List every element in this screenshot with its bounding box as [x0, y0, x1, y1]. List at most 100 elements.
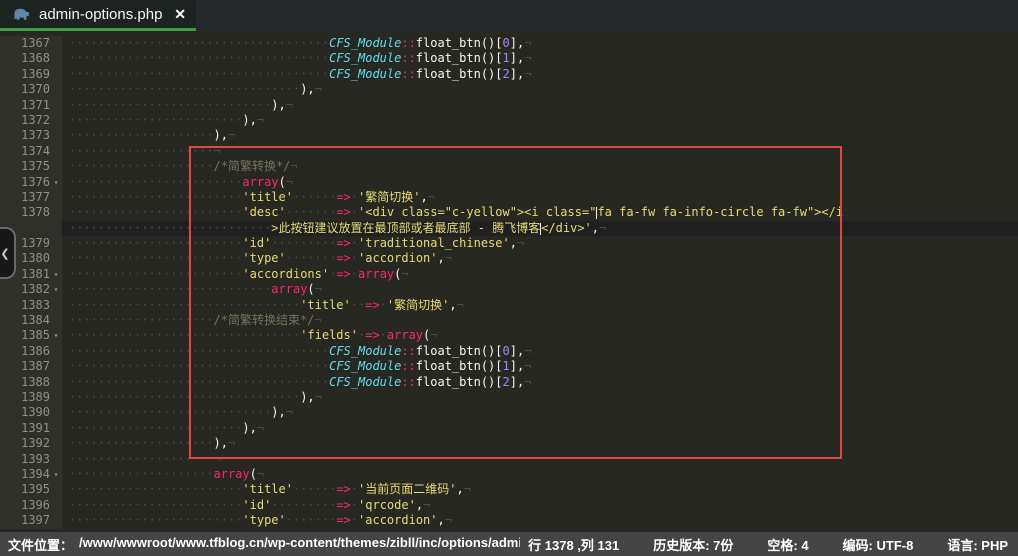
code-row[interactable]: 1394▾····················array(¬ [0, 467, 1018, 482]
gutter[interactable]: 1385▾ [0, 328, 62, 343]
gutter[interactable]: 1375 [0, 159, 62, 174]
gutter[interactable]: 1374 [0, 144, 62, 159]
code-token: 2 [503, 375, 510, 389]
code-row[interactable]: 1377························'title'·····… [0, 190, 1018, 205]
fold-arrow-icon[interactable]: ▾ [50, 467, 62, 482]
gutter[interactable]: 1371 [0, 98, 62, 113]
gutter[interactable]: 1393 [0, 452, 62, 467]
whitespace-dots: ································ [69, 328, 300, 342]
code-row[interactable]: 1396························'id'········… [0, 498, 1018, 513]
code-row[interactable]: 1390····························),¬ [0, 405, 1018, 420]
code-row[interactable]: 1388····································… [0, 375, 1018, 390]
gutter[interactable]: 1369 [0, 67, 62, 82]
language-status[interactable]: 语言: PHP [947, 535, 1008, 554]
gutter[interactable]: 1394▾ [0, 467, 62, 482]
code-token: float_btn()[ [416, 359, 503, 373]
code-row[interactable]: 1381▾························'accordions… [0, 267, 1018, 282]
code-row[interactable]: 1397························'type'······… [0, 513, 1018, 528]
gutter[interactable]: 1383 [0, 298, 62, 313]
line-number: 1395 [21, 482, 50, 497]
code-row[interactable]: 1391························),¬ [0, 421, 1018, 436]
code-row[interactable]: ····························>此按钮建议放置在最顶部… [0, 221, 1018, 236]
fold-arrow-icon[interactable]: ▾ [50, 267, 62, 282]
whitespace-dots: ···························· [69, 405, 271, 419]
panel-collapse-handle[interactable]: ❮ [0, 227, 16, 279]
gutter[interactable]: 1370 [0, 82, 62, 97]
gutter[interactable]: 1392 [0, 436, 62, 451]
code-row[interactable]: 1375····················/*简繁转换*/¬ [0, 159, 1018, 174]
code-row[interactable]: 1380························'type'······… [0, 251, 1018, 266]
gutter[interactable]: 1377 [0, 190, 62, 205]
gutter[interactable]: 1367 [0, 36, 62, 51]
code-row[interactable]: 1368····································… [0, 51, 1018, 66]
code-row[interactable]: 1392····················),¬ [0, 436, 1018, 451]
gutter[interactable]: 1372 [0, 113, 62, 128]
code-row[interactable]: 1379························'id'········… [0, 236, 1018, 251]
code-row[interactable]: 1393····················¬ [0, 452, 1018, 467]
history-versions-status[interactable]: 历史版本: 7份 [653, 535, 733, 554]
line-number: 1391 [21, 421, 50, 436]
gutter[interactable]: 1396 [0, 498, 62, 513]
code-row[interactable]: 1371····························),¬ [0, 98, 1018, 113]
whitespace-dots: ························ [69, 267, 242, 281]
code-row[interactable]: 1378························'desc'······… [0, 205, 1018, 220]
whitespace-dots: · [351, 251, 358, 265]
gutter[interactable]: 1373 [0, 128, 62, 143]
code-row[interactable]: 1369····································… [0, 67, 1018, 82]
cursor-position-status[interactable]: 行 1378 ,列 131 [528, 535, 619, 554]
gutter[interactable]: 1386 [0, 344, 62, 359]
code-row[interactable]: 1374····················¬ [0, 144, 1018, 159]
line-number: 1387 [21, 359, 50, 374]
code-token: => [336, 482, 350, 496]
gutter[interactable]: 1368 [0, 51, 62, 66]
close-icon[interactable]: ✕ [174, 6, 186, 23]
gutter[interactable]: 1395 [0, 482, 62, 497]
code-row[interactable]: 1372························),¬ [0, 113, 1018, 128]
file-location-label: 文件位置： [8, 535, 73, 554]
code-row[interactable]: 1383································'tit… [0, 298, 1018, 313]
gutter[interactable]: 1376▾ [0, 175, 62, 190]
line-number: 1390 [21, 405, 50, 420]
whitespace-dots: ···························· [69, 221, 271, 235]
code-token: => [336, 190, 350, 204]
whitespace-dots: · [351, 498, 358, 512]
code-text: ························'title'······=>·… [62, 482, 1018, 497]
gutter[interactable]: 1382▾ [0, 282, 62, 297]
tab-admin-options-php[interactable]: admin-options.php ✕ [0, 0, 196, 31]
code-token: CFS_Module [329, 359, 401, 373]
code-row[interactable]: 1395 ························'title'·····… [0, 482, 1018, 497]
code-token: ], [510, 51, 524, 65]
code-row[interactable]: 1376▾························array(¬ [0, 175, 1018, 190]
code-row[interactable]: 1370································),¬ [0, 82, 1018, 97]
fold-arrow-icon[interactable]: ▾ [50, 328, 62, 343]
code-token: => [336, 205, 350, 219]
gutter[interactable]: 1397 [0, 513, 62, 528]
gutter[interactable]: 1388 [0, 375, 62, 390]
gutter[interactable]: 1390 [0, 405, 62, 420]
code-token: ], [510, 67, 524, 81]
gutter[interactable]: 1378 [0, 205, 62, 220]
code-token: 'traditional_chinese' [358, 236, 510, 250]
code-row[interactable]: 1385▾································'fi… [0, 328, 1018, 343]
code-token: :: [401, 375, 415, 389]
gutter[interactable]: 1391 [0, 421, 62, 436]
gutter[interactable]: 1384 [0, 313, 62, 328]
code-row[interactable]: 1389································),¬ [0, 390, 1018, 405]
whitespace-dots: ························ [69, 513, 242, 527]
fold-arrow-icon[interactable]: ▾ [50, 282, 62, 297]
indent-spaces-status[interactable]: 空格: 4 [767, 535, 808, 554]
code-row[interactable]: 1386····································… [0, 344, 1018, 359]
eol-mark: ¬ [315, 390, 322, 404]
encoding-status[interactable]: 编码: UTF-8 [843, 535, 914, 554]
gutter[interactable]: 1389 [0, 390, 62, 405]
eol-mark: ¬ [286, 405, 293, 419]
code-row[interactable]: 1387····································… [0, 359, 1018, 374]
code-editor[interactable]: 1367····································… [0, 31, 1018, 532]
gutter[interactable]: 1387 [0, 359, 62, 374]
whitespace-dots: ···························· [69, 98, 271, 112]
code-row[interactable]: 1373····················),¬ [0, 128, 1018, 143]
code-row[interactable]: 1382▾····························array(¬ [0, 282, 1018, 297]
code-row[interactable]: 1384····················/*简繁转换结束*/¬ [0, 313, 1018, 328]
fold-arrow-icon[interactable]: ▾ [50, 175, 62, 190]
code-row[interactable]: 1367····································… [0, 36, 1018, 51]
